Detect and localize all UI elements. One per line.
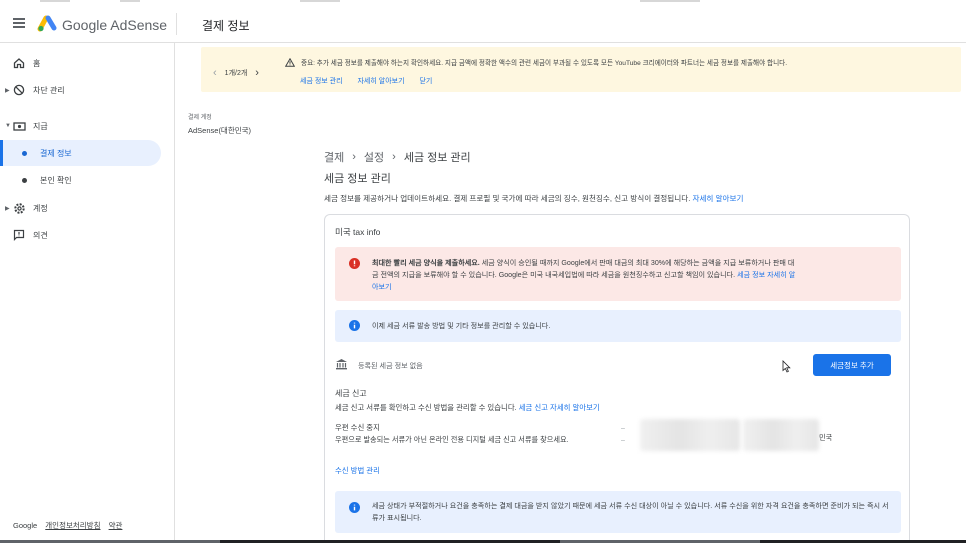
redacted-trail-text: 민국 xyxy=(819,433,833,442)
block-icon xyxy=(12,83,26,97)
caret-right-icon: ▶ xyxy=(5,205,10,212)
chevron-right-icon: › xyxy=(352,151,356,163)
caret-down-icon: ▼ xyxy=(5,123,11,129)
chevron-right-icon[interactable]: › xyxy=(255,67,259,79)
sidebar: 홈 ▶ 차단 관리 ▼ 지급 결제 정보 본인 확인 ▶ 계정 의견 Googl… xyxy=(0,43,175,540)
payment-account-value[interactable]: AdSense(대한민국) xyxy=(188,125,251,136)
payment-account-label: 결제 계정 xyxy=(188,115,212,121)
bullet-icon xyxy=(22,150,27,156)
sidebar-item-label: 결제 정보 xyxy=(40,148,72,158)
sidebar-item-label: 본인 확인 xyxy=(40,175,72,185)
banner-pager: ‹ 1개/2개 › xyxy=(213,67,259,79)
sidebar-item-home[interactable]: 홈 xyxy=(0,50,161,76)
us-tax-info-card: 미국 tax info 최대한 빨리 세금 양식을 제출하세요. 세금 양식이 … xyxy=(324,214,910,540)
sidebar-item-label: 홈 xyxy=(33,58,41,68)
chevron-left-icon[interactable]: ‹ xyxy=(213,67,217,79)
notice-banner: ‹ 1개/2개 › 중요: 추가 세금 정보를 제출해야 하는지 확인하세요. … xyxy=(201,47,961,92)
manage-tax-info-link[interactable]: 세금 정보 관리 xyxy=(300,78,343,85)
page-description-text: 세금 정보를 제공하거나 업데이트하세요. 결제 프로필 및 국가에 따라 세금… xyxy=(324,194,691,203)
card-title: 미국 tax info xyxy=(335,227,381,237)
error-icon xyxy=(349,258,360,269)
learn-more-link[interactable]: 자세히 알아보기 xyxy=(692,194,743,203)
no-tax-info-text: 등록된 세금 정보 없음 xyxy=(358,362,423,370)
redacted-marker: – xyxy=(621,425,625,432)
google-footer-label: Google xyxy=(13,521,38,530)
breadcrumb-item-settings[interactable]: 설정 xyxy=(364,149,384,165)
caret-right-icon: ▶ xyxy=(5,87,10,94)
tax-report-title: 세금 신고 xyxy=(335,389,367,398)
info-alert-text: 이제 세금 서류 발송 방법 및 기타 정보를 관리할 수 있습니다. xyxy=(372,322,551,330)
adsense-logo-icon xyxy=(37,15,57,32)
bullet-icon xyxy=(22,177,27,183)
pager-count: 1개/2개 xyxy=(224,70,248,77)
sidebar-item-account[interactable]: ▶ 계정 xyxy=(0,195,161,221)
main-content: ‹ 1개/2개 › 중요: 추가 세금 정보를 제출해야 하는지 확인하세요. … xyxy=(176,43,966,540)
privacy-link[interactable]: 개인정보처리방침 xyxy=(45,521,100,530)
terms-link[interactable]: 약관 xyxy=(109,521,123,530)
sidebar-item-label: 계정 xyxy=(33,203,48,213)
warning-icon xyxy=(285,57,295,67)
learn-more-link[interactable]: 자세히 알아보기 xyxy=(357,78,404,85)
sidebar-item-feedback[interactable]: 의견 xyxy=(0,222,161,248)
feedback-icon xyxy=(12,228,26,242)
paperless-description: 우편으로 발송되는 서류가 아닌 온라인 전용 디지털 세금 신고 서류를 찾으… xyxy=(335,435,569,444)
tax-info-learn-more-link-cont[interactable]: 아보기 xyxy=(372,283,392,291)
header-title: 결제 정보 xyxy=(202,19,250,33)
info-icon xyxy=(349,320,360,331)
breadcrumb-item-payments[interactable]: 결제 xyxy=(324,149,344,165)
tax-report-desc-text: 세금 신고 서류를 확인하고 수신 방법을 관리할 수 있습니다. xyxy=(335,403,519,412)
sidebar-footer: Google 개인정보처리방침 약관 xyxy=(13,520,128,531)
eligibility-alert-text: 세금 상태가 부적절하거나 요건을 충족하는 결제 대금을 받지 않았기 때문에… xyxy=(372,502,889,522)
payments-icon xyxy=(12,119,26,133)
redacted-region xyxy=(743,419,819,451)
header-divider xyxy=(176,13,177,35)
sidebar-item-block-management[interactable]: ▶ 차단 관리 xyxy=(0,77,161,103)
banner-message: 중요: 추가 세금 정보를 제출해야 하는지 확인하세요. 지급 금액에 정확한… xyxy=(285,57,787,67)
error-alert-line1: 세금 양식이 승인될 때까지 Google에서 판매 대금의 최대 30%에 해… xyxy=(479,259,795,267)
tax-report-description: 세금 신고 서류를 확인하고 수신 방법을 관리할 수 있습니다. 세금 신고 … xyxy=(335,402,600,413)
sidebar-item-identity-verification[interactable]: 본인 확인 xyxy=(0,167,161,193)
breadcrumb-item-current: 세금 정보 관리 xyxy=(403,152,471,164)
bank-icon xyxy=(336,359,347,370)
menu-icon[interactable] xyxy=(13,18,25,28)
page-description: 세금 정보를 제공하거나 업데이트하세요. 결제 프로필 및 국가에 따라 세금… xyxy=(324,193,743,204)
redacted-region xyxy=(640,419,740,451)
sidebar-item-label: 차단 관리 xyxy=(33,85,65,95)
add-tax-info-button[interactable]: 세금정보 추가 xyxy=(813,354,891,376)
tax-report-learn-more-link[interactable]: 세금 신고 자세히 알아보기 xyxy=(519,403,600,412)
sidebar-item-label: 의견 xyxy=(33,230,48,240)
gear-icon xyxy=(12,201,26,215)
error-alert-bold: 최대한 빨리 세금 양식을 제출하세요. xyxy=(372,259,480,267)
error-alert: 최대한 빨리 세금 양식을 제출하세요. 세금 양식이 승인될 때까지 Goog… xyxy=(335,247,901,301)
chevron-right-icon: › xyxy=(392,151,396,163)
banner-links: 세금 정보 관리 자세히 알아보기 닫기 xyxy=(300,76,445,86)
error-alert-line2: 금 전액의 지급을 보류해야 할 수 있습니다. Google은 미국 내국세입… xyxy=(372,271,738,279)
manage-delivery-link[interactable]: 수신 방법 관리 xyxy=(335,465,380,476)
redacted-marker: – xyxy=(621,437,625,444)
sidebar-item-payment-info[interactable]: 결제 정보 xyxy=(0,140,161,166)
dismiss-link[interactable]: 닫기 xyxy=(419,78,432,85)
banner-text: 중요: 추가 세금 정보를 제출해야 하는지 확인하세요. 지급 금액에 정확한… xyxy=(301,60,788,67)
home-icon xyxy=(12,56,26,70)
error-alert-text: 최대한 빨리 세금 양식을 제출하세요. 세금 양식이 승인될 때까지 Goog… xyxy=(372,257,890,293)
page-title: 세금 정보 관리 xyxy=(324,173,391,185)
info-alert-eligibility: 세금 상태가 부적절하거나 요건을 충족하는 결제 대금을 받지 않았기 때문에… xyxy=(335,491,901,533)
mouse-cursor-icon xyxy=(782,360,791,373)
sidebar-item-label: 지급 xyxy=(33,121,48,131)
app-header: Google AdSense 결제 정보 xyxy=(0,3,966,43)
brand-name[interactable]: Google AdSense xyxy=(62,17,167,33)
breadcrumb: 결제 › 설정 › 세금 정보 관리 xyxy=(324,149,471,165)
active-indicator xyxy=(0,140,3,166)
paperless-title: 우편 수신 중지 xyxy=(335,423,380,432)
info-icon xyxy=(349,502,360,513)
info-alert: 이제 세금 서류 발송 방법 및 기타 정보를 관리할 수 있습니다. xyxy=(335,310,901,342)
sidebar-item-payments[interactable]: ▼ 지급 xyxy=(0,113,161,139)
tax-info-learn-more-link[interactable]: 세금 정보 자세히 알 xyxy=(737,271,795,279)
